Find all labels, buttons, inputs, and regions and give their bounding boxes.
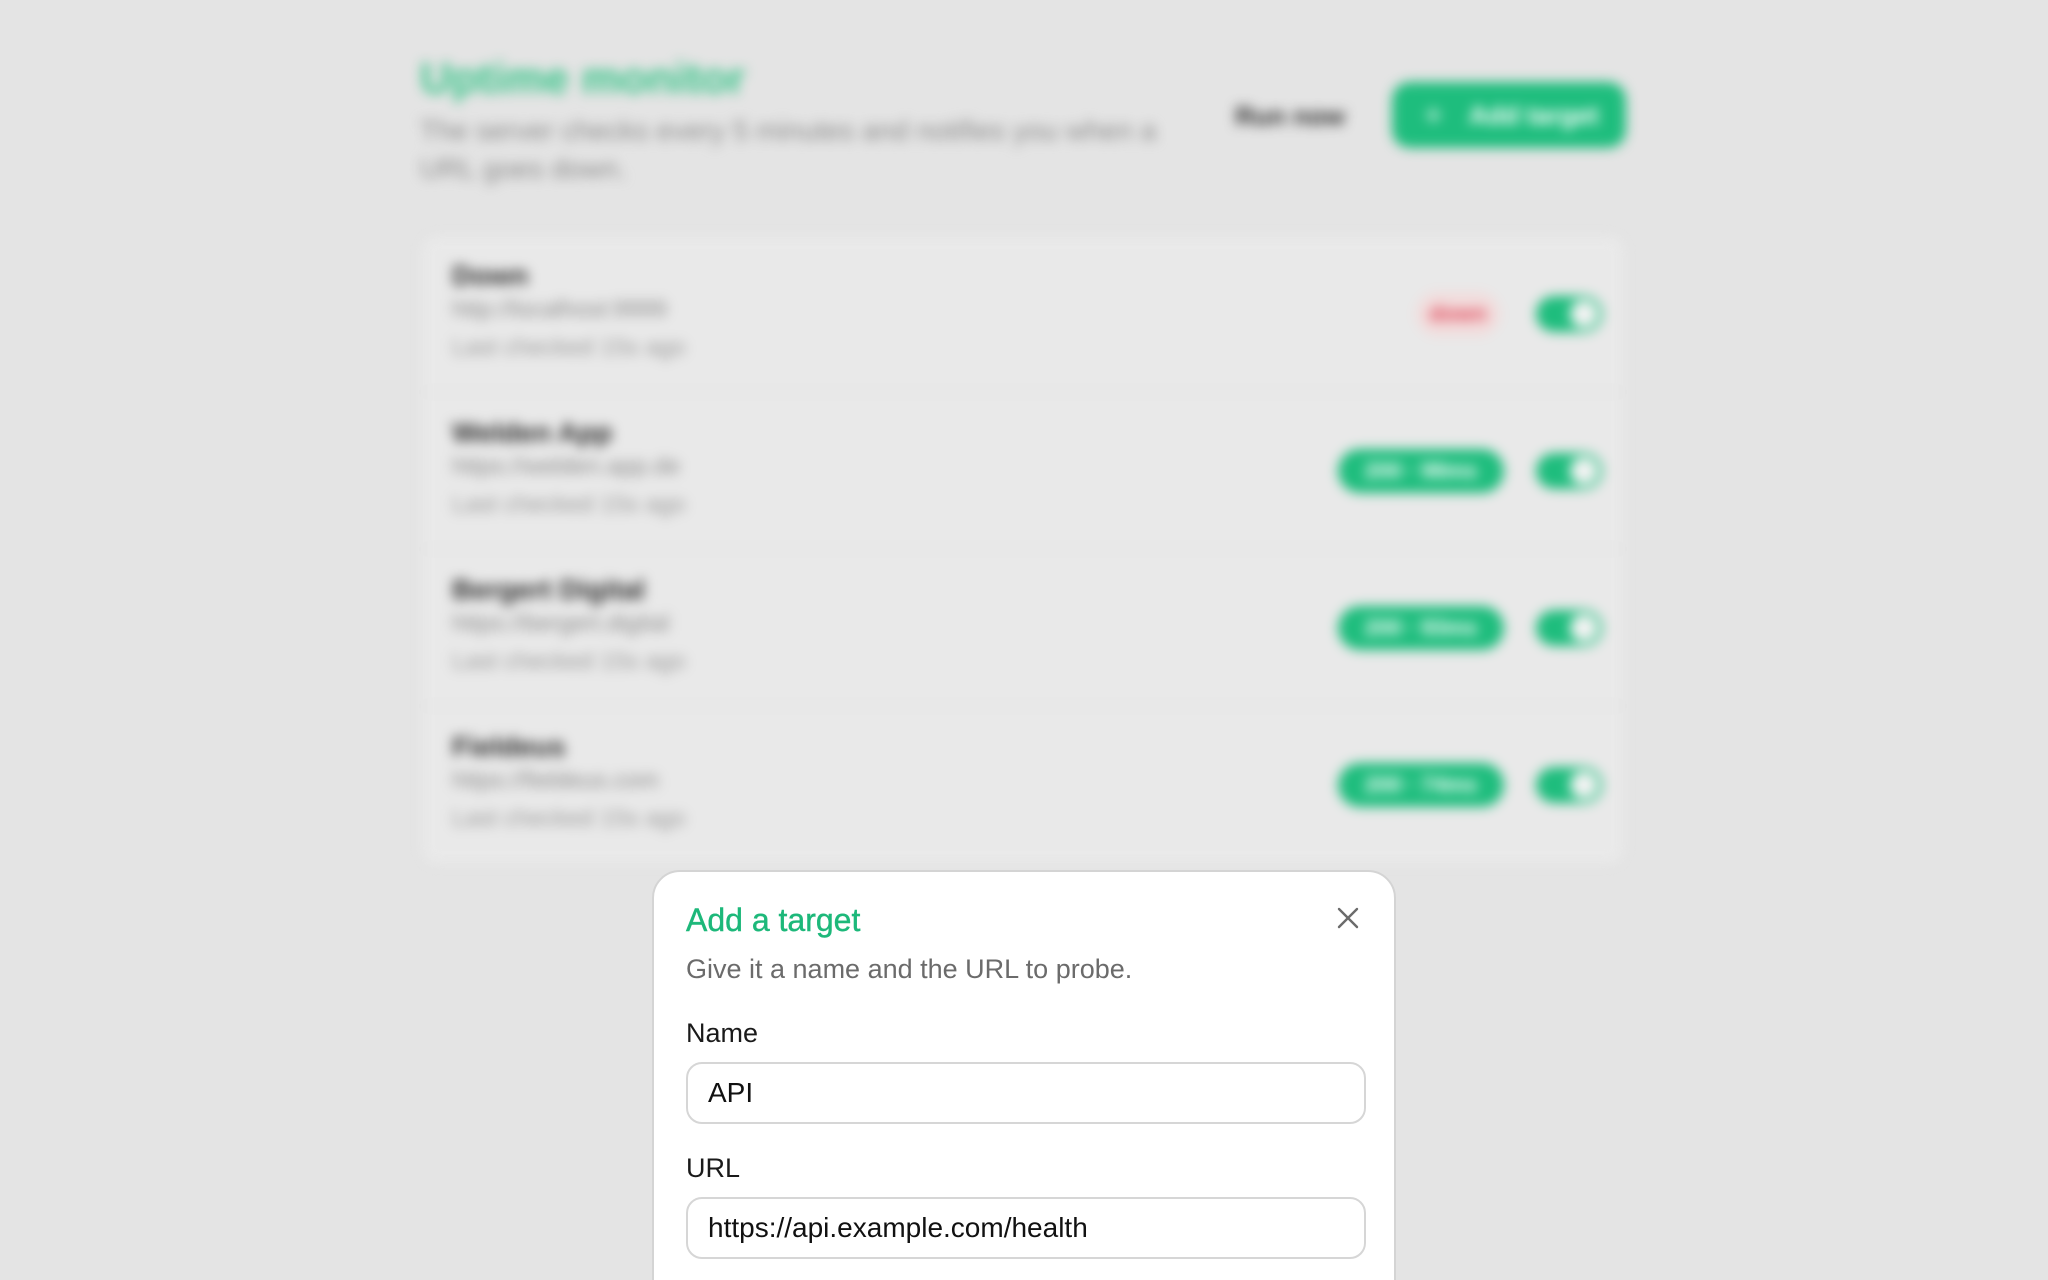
dialog-title: Add a target — [686, 902, 861, 938]
url-field[interactable] — [686, 1197, 1366, 1259]
status-badge: down — [1416, 292, 1500, 336]
page-header: Uptime monitor The server checks every 5… — [420, 50, 1626, 200]
name-field[interactable] — [686, 1062, 1366, 1124]
targets-list: Down http://localhost:9999 Last checked … — [422, 236, 1624, 864]
status-badge: 200 · 93ms — [1338, 606, 1504, 650]
target-url: http://localhost:9999 — [452, 296, 667, 323]
target-row[interactable]: Down http://localhost:9999 Last checked … — [422, 236, 1624, 393]
target-name: Fieldeus — [452, 731, 566, 762]
name-field-label: Name — [686, 1018, 759, 1048]
add-target-dialog: Add a target Give it a name and the URL … — [652, 870, 1396, 1280]
target-last-checked: Last checked 15s ago — [452, 334, 686, 361]
close-icon — [1337, 907, 1359, 929]
target-row[interactable]: Welden App https://welden.app.de Last ch… — [422, 393, 1624, 550]
enabled-toggle[interactable] — [1536, 296, 1602, 332]
target-url: https://bergert.digital — [452, 610, 670, 637]
target-last-checked: Last checked 15s ago — [452, 491, 686, 518]
target-last-checked: Last checked 15s ago — [452, 805, 686, 832]
target-last-checked: Last checked 15s ago — [452, 648, 686, 675]
page-title: Uptime monitor — [420, 54, 746, 103]
enabled-toggle[interactable] — [1536, 453, 1602, 489]
status-badge: 200 · 98ms — [1338, 449, 1504, 493]
page-subtitle: The server checks every 5 minutes and no… — [420, 115, 1157, 184]
add-target-label: Add target — [1468, 99, 1599, 130]
target-row[interactable]: Fieldeus https://fieldeus.com Last check… — [422, 707, 1624, 864]
enabled-toggle[interactable] — [1536, 610, 1602, 646]
target-name: Bergert Digital — [452, 574, 645, 605]
target-url: https://fieldeus.com — [452, 767, 659, 794]
run-now-button[interactable]: Run now — [1220, 88, 1360, 144]
close-button[interactable] — [1330, 900, 1366, 936]
dialog-description: Give it a name and the URL to probe. — [686, 954, 1133, 984]
target-name: Welden App — [452, 417, 613, 448]
add-target-button[interactable]: + Add target — [1392, 82, 1626, 148]
target-row[interactable]: Bergert Digital https://bergert.digital … — [422, 550, 1624, 707]
enabled-toggle[interactable] — [1536, 767, 1602, 803]
plus-icon: + — [1424, 96, 1443, 133]
url-field-label: URL — [686, 1153, 741, 1183]
target-url: https://welden.app.de — [452, 453, 681, 480]
status-badge: 200 · 74ms — [1338, 763, 1504, 807]
target-name: Down — [452, 260, 529, 291]
